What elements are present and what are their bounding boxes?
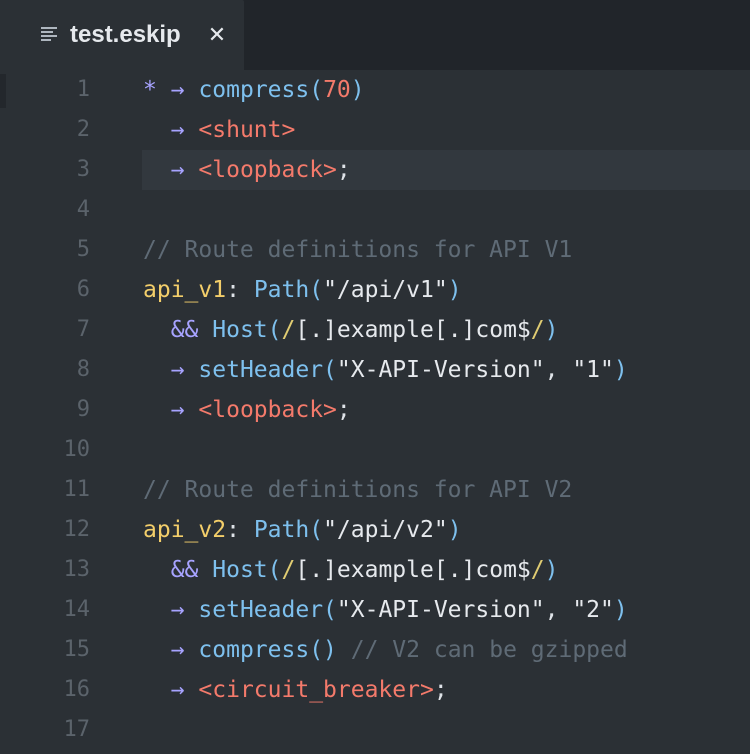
wildcard-token: * — [143, 77, 157, 103]
line-content: → compress() // V2 can be gzipped — [170, 637, 628, 663]
function-token: setHeader — [198, 357, 324, 383]
line-number: 7 — [76, 317, 90, 342]
comment-token: // V2 can be gzipped — [350, 637, 628, 663]
tab-test-eskip[interactable]: test.eskip ✕ — [0, 0, 244, 74]
code-line-active: 3 → <loopback>; — [0, 150, 750, 190]
line-number: 2 — [76, 117, 90, 142]
arrow-token: → — [170, 357, 185, 383]
arrow-token: → — [170, 677, 185, 703]
code-line: 8 → setHeader("X-API-Version", "1") — [0, 350, 750, 390]
code-line: 12 api_v2: Path("/api/v2") — [0, 510, 750, 550]
line-number: 14 — [63, 597, 91, 622]
close-icon[interactable]: ✕ — [206, 24, 228, 48]
arrow-token: → — [170, 597, 185, 623]
route-id-token: api_v1 — [143, 277, 227, 303]
arrow-token: → — [170, 397, 185, 423]
line-number: 13 — [63, 557, 91, 582]
shunt-token: <loopback> — [198, 397, 337, 423]
shunt-token: <loopback> — [198, 157, 337, 183]
function-token: Host — [212, 317, 268, 343]
route-id-token: api_v2 — [143, 517, 227, 543]
line-number: 9 — [76, 397, 90, 422]
line-number: 17 — [63, 717, 91, 742]
code-line: 5 // Route definitions for API V1 — [0, 230, 750, 270]
function-token: Path — [253, 277, 310, 303]
function-token: Host — [212, 557, 268, 583]
shunt-token: <shunt> — [198, 117, 296, 143]
string-token: "2" — [572, 597, 614, 623]
line-number: 16 — [63, 677, 91, 702]
string-token: "X-API-Version" — [336, 357, 545, 383]
line-content: → <loopback>; — [170, 157, 351, 183]
code-line: 2 → <shunt> — [0, 110, 750, 150]
and-operator-token: && — [170, 557, 199, 583]
code-line: 9 → <loopback>; — [0, 390, 750, 430]
function-token: compress — [198, 77, 310, 103]
regex-token: [.]example[.]com$ — [295, 317, 531, 343]
code-line: 15 → compress() // V2 can be gzipped — [0, 630, 750, 670]
and-operator-token: && — [170, 317, 199, 343]
editor-window: test.eskip ✕ 1 * → compress(70) 2 → <shu… — [0, 0, 750, 754]
code-line: 6 api_v1: Path("/api/v1") — [0, 270, 750, 310]
line-content: && Host(/[.]example[.]com$/) — [170, 317, 559, 343]
function-token: compress — [198, 637, 310, 663]
line-number: 3 — [76, 157, 90, 182]
code-line: 4 — [0, 190, 750, 230]
code-line: 1 * → compress(70) — [0, 70, 750, 110]
string-token: "/api/v1" — [323, 277, 448, 303]
arrow-token: → — [170, 77, 185, 103]
line-number: 4 — [76, 197, 90, 222]
function-token: setHeader — [198, 597, 324, 623]
arrow-token: → — [170, 117, 185, 143]
code-line: 7 && Host(/[.]example[.]com$/) — [0, 310, 750, 350]
tab-title: test.eskip — [70, 21, 181, 48]
line-content: → <shunt> — [143, 110, 296, 150]
line-content: api_v2: Path("/api/v2") — [143, 517, 462, 543]
line-content: && Host(/[.]example[.]com$/) — [170, 557, 559, 583]
number-token: 70 — [323, 77, 351, 103]
line-number: 8 — [76, 357, 90, 382]
function-token: Path — [253, 517, 310, 543]
line-number: 12 — [63, 517, 91, 542]
line-content: api_v1: Path("/api/v1") — [143, 277, 462, 303]
code-line: 16 → <circuit_breaker>; — [0, 670, 750, 710]
code-line: 14 → setHeader("X-API-Version", "2") — [0, 590, 750, 630]
line-number: 11 — [63, 477, 91, 502]
code-editor[interactable]: 1 * → compress(70) 2 → <shunt> 3 → <loop… — [0, 70, 750, 754]
shunt-token: <circuit_breaker> — [198, 677, 434, 703]
code-line: 17 — [0, 710, 750, 750]
code-line: 11 // Route definitions for API V2 — [0, 470, 750, 510]
line-content: → setHeader("X-API-Version", "2") — [170, 597, 628, 623]
regex-token: [.]example[.]com$ — [295, 557, 531, 583]
line-number: 6 — [76, 277, 90, 302]
code-line: 10 — [0, 430, 750, 470]
line-number: 15 — [63, 637, 91, 662]
comment-token: // Route definitions for API V1 — [143, 237, 573, 263]
string-token: "1" — [572, 357, 614, 383]
file-lines-icon — [41, 27, 57, 41]
string-token: "/api/v2" — [323, 517, 448, 543]
code-line: 13 && Host(/[.]example[.]com$/) — [0, 550, 750, 590]
tab-bar: test.eskip ✕ — [0, 0, 750, 74]
line-content: * → compress(70) — [143, 77, 365, 103]
line-number: 10 — [63, 437, 91, 462]
line-content: → setHeader("X-API-Version", "1") — [170, 357, 628, 383]
line-number: 1 — [76, 77, 90, 102]
comment-token: // Route definitions for API V2 — [143, 477, 573, 503]
arrow-token: → — [170, 637, 185, 663]
string-token: "X-API-Version" — [336, 597, 545, 623]
line-number: 5 — [76, 237, 90, 262]
arrow-token: → — [170, 157, 185, 183]
line-content: → <circuit_breaker>; — [170, 677, 448, 703]
line-content: → <loopback>; — [170, 397, 351, 423]
